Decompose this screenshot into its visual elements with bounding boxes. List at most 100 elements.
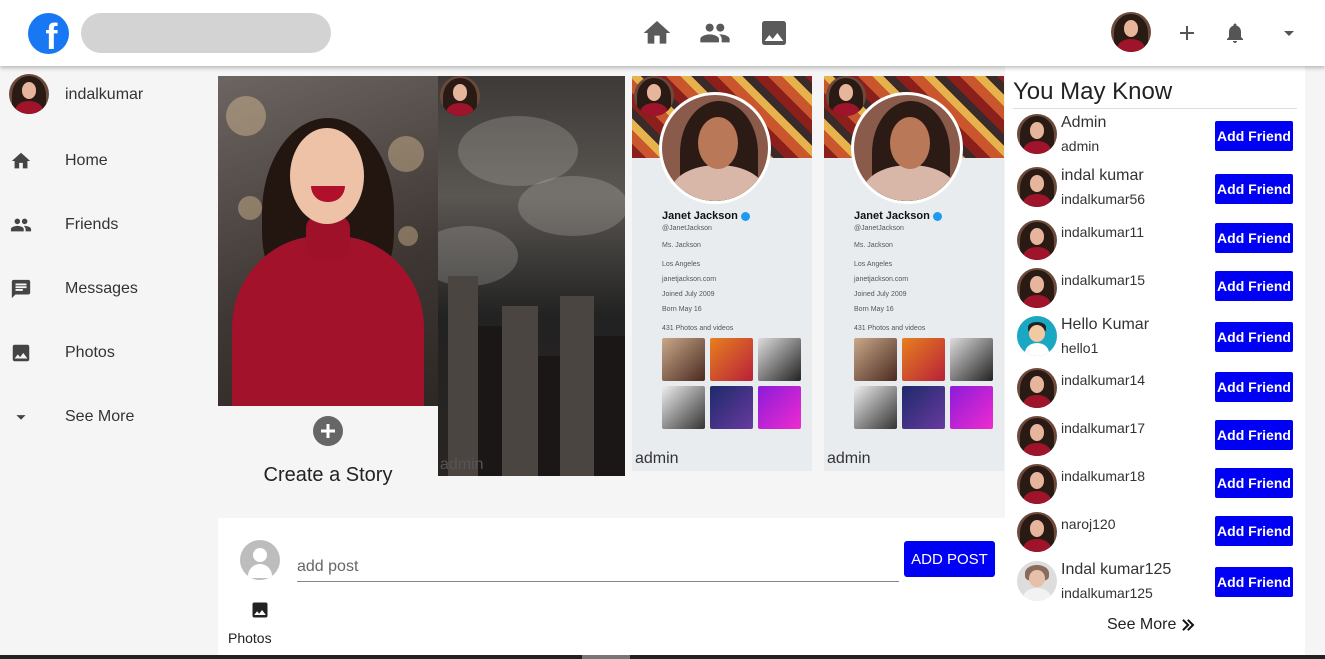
story-avatar xyxy=(634,76,674,116)
add-post-input[interactable] xyxy=(297,552,899,582)
story-avatar xyxy=(826,76,866,116)
story-avatar xyxy=(440,76,480,116)
add-friend-button[interactable]: Add Friend xyxy=(1215,271,1293,301)
friend-username: indalkumar14 xyxy=(1061,372,1146,388)
friend-suggestion: indal kumar indalkumar56 Add Friend xyxy=(1017,167,1301,211)
story-profile-name: Janet Jackson xyxy=(662,210,750,222)
home-icon xyxy=(10,150,32,172)
sidebar-item-friends[interactable]: Friends xyxy=(0,205,210,245)
photos-label[interactable]: Photos xyxy=(228,630,272,646)
sidebar-item-photos[interactable]: Photos xyxy=(0,333,210,373)
horizontal-scrollbar[interactable] xyxy=(0,655,1325,659)
add-friend-button[interactable]: Add Friend xyxy=(1215,420,1293,450)
story-media: 431 Photos and videos xyxy=(662,325,734,332)
story-card[interactable]: Janet Jackson @JanetJackson Ms. Jackson … xyxy=(824,76,1004,471)
sidebar-item-label: Messages xyxy=(65,280,138,297)
avatar[interactable] xyxy=(1017,316,1057,356)
verified-badge-icon xyxy=(932,211,942,221)
profile-name: indalkumar xyxy=(65,86,144,103)
divider xyxy=(1013,108,1297,109)
story-media-grid xyxy=(854,338,994,429)
friend-username: indalkumar17 xyxy=(1061,420,1146,436)
sidebar-item-label: Photos xyxy=(65,344,115,361)
sidebar-profile[interactable]: indalkumar xyxy=(9,74,143,114)
story-media-grid xyxy=(662,338,802,429)
messages-icon xyxy=(10,278,32,300)
story-caption: admin xyxy=(827,450,871,467)
avatar[interactable] xyxy=(1017,561,1057,601)
sidebar-item-home[interactable]: Home xyxy=(0,141,210,181)
friend-suggestion: Admin admin Add Friend xyxy=(1017,114,1301,158)
add-friend-button[interactable]: Add Friend xyxy=(1215,516,1293,546)
add-friend-button[interactable]: Add Friend xyxy=(1215,372,1293,402)
friend-suggestion: indalkumar15 Add Friend xyxy=(1017,268,1301,312)
avatar[interactable] xyxy=(1017,464,1057,504)
create-story-label: Create a Story xyxy=(263,464,393,486)
avatar[interactable] xyxy=(1017,114,1057,154)
friend-name: Admin xyxy=(1061,114,1107,131)
add-friend-button[interactable]: Add Friend xyxy=(1215,223,1293,253)
sidebar-item-label: Friends xyxy=(65,216,119,233)
search-input[interactable] xyxy=(81,13,331,53)
friend-suggestion: naroj120 Add Friend xyxy=(1017,512,1301,556)
sidebar-item-see-more[interactable]: See More xyxy=(0,397,210,437)
story-handle: @JanetJackson xyxy=(854,225,904,232)
avatar[interactable] xyxy=(1017,268,1057,308)
friend-username: admin xyxy=(1061,138,1100,154)
create-story-card[interactable]: Create a Story xyxy=(218,76,438,496)
sidebar-item-label: Home xyxy=(65,152,108,169)
friend-username: hello1 xyxy=(1061,340,1099,356)
avatar[interactable] xyxy=(1017,512,1057,552)
avatar xyxy=(9,74,49,114)
story-card[interactable]: admin xyxy=(438,76,625,476)
friend-username: indalkumar125 xyxy=(1061,585,1153,601)
friend-suggestion: indalkumar14 Add Friend xyxy=(1017,368,1301,412)
story-card[interactable]: Janet Jackson @JanetJackson Ms. Jackson … xyxy=(632,76,812,471)
bell-icon[interactable] xyxy=(1220,18,1250,48)
double-chevron-right-icon xyxy=(1182,619,1195,631)
story-joined: Joined July 2009 xyxy=(662,291,715,298)
story-born: Born May 16 xyxy=(854,306,894,313)
see-more-link[interactable]: See More xyxy=(1107,616,1196,634)
friend-username: indalkumar18 xyxy=(1061,468,1146,484)
story-media: 431 Photos and videos xyxy=(854,325,926,332)
photos-icon[interactable] xyxy=(250,600,270,620)
friend-username: indalkumar11 xyxy=(1061,224,1145,240)
caret-down-icon xyxy=(10,406,32,428)
add-friend-button[interactable]: Add Friend xyxy=(1215,468,1293,498)
avatar[interactable] xyxy=(1017,416,1057,456)
friends-icon xyxy=(10,214,32,236)
add-post-button[interactable]: ADD POST xyxy=(904,541,995,577)
sidebar-item-messages[interactable]: Messages xyxy=(0,269,210,309)
create-post-box: ADD POST Photos xyxy=(218,518,1005,659)
friend-name: Indal kumar125 xyxy=(1061,561,1172,578)
create-story-photo xyxy=(218,76,438,406)
friend-username: naroj120 xyxy=(1061,516,1116,532)
story-profile-photo xyxy=(659,92,771,204)
add-friend-button[interactable]: Add Friend xyxy=(1215,174,1293,204)
story-location: Los Angeles xyxy=(662,261,701,268)
add-friend-button[interactable]: Add Friend xyxy=(1215,322,1293,352)
add-story-plus-icon[interactable] xyxy=(313,416,343,446)
story-born: Born May 16 xyxy=(662,306,702,313)
home-nav-icon[interactable] xyxy=(640,16,674,50)
story-bio: Ms. Jackson xyxy=(854,242,893,249)
friend-name: indal kumar xyxy=(1061,167,1144,184)
photos-nav-icon[interactable] xyxy=(757,16,791,50)
avatar[interactable] xyxy=(1017,167,1057,207)
top-avatar[interactable] xyxy=(1111,12,1151,52)
avatar[interactable] xyxy=(1017,368,1057,408)
friend-suggestion: indalkumar17 Add Friend xyxy=(1017,416,1301,460)
photos-icon xyxy=(10,342,32,364)
add-friend-button[interactable]: Add Friend xyxy=(1215,567,1293,597)
avatar[interactable] xyxy=(1017,220,1057,260)
plus-icon[interactable] xyxy=(1172,18,1202,48)
facebook-logo[interactable]: f xyxy=(28,13,69,54)
story-handle: @JanetJackson xyxy=(662,225,712,232)
scrollbar-thumb[interactable] xyxy=(582,655,630,659)
dropdown-icon[interactable] xyxy=(1274,18,1304,48)
friends-nav-icon[interactable] xyxy=(698,16,732,50)
friend-username: indalkumar15 xyxy=(1061,272,1146,288)
add-friend-button[interactable]: Add Friend xyxy=(1215,121,1293,151)
default-avatar-icon xyxy=(240,540,280,580)
